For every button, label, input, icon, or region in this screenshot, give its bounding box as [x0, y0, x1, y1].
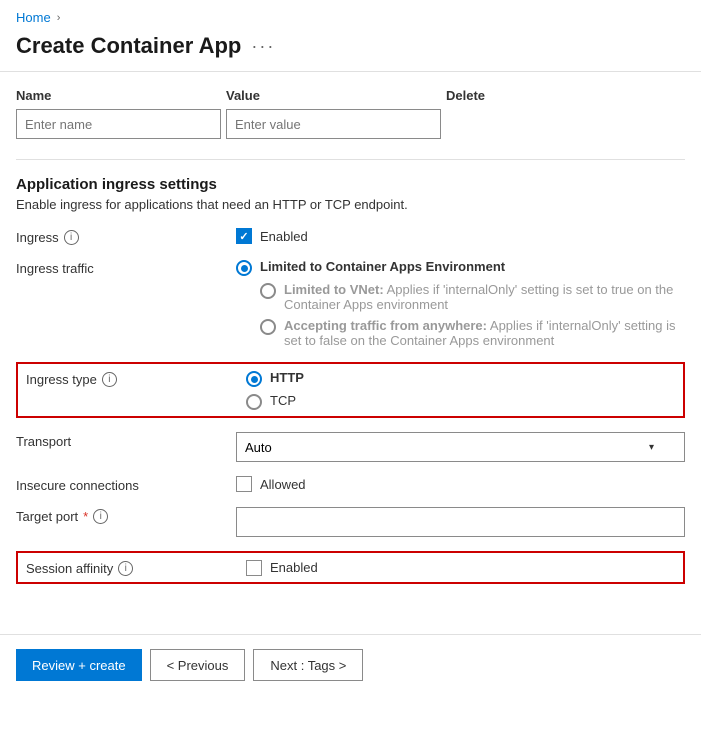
type-option-http: HTTP — [246, 370, 675, 387]
traffic-radio-group: Limited to Container Apps Environment Li… — [236, 259, 685, 348]
type-radio-http[interactable] — [246, 371, 262, 387]
traffic-radio-vnet[interactable] — [260, 283, 276, 299]
footer: Review + create < Previous Next : Tags > — [0, 635, 701, 695]
traffic-option-vnet: Limited to VNet: Applies if 'internalOnl… — [260, 282, 685, 312]
target-port-input[interactable]: 80 — [236, 507, 685, 537]
type-label-http: HTTP — [270, 370, 304, 385]
traffic-radio-anywhere[interactable] — [260, 319, 276, 335]
ingress-type-row: Ingress type i HTTP TCP — [16, 362, 685, 418]
target-port-control: 80 — [236, 507, 685, 537]
target-port-row: Target port * i 80 — [16, 507, 685, 537]
type-option-tcp: TCP — [246, 393, 675, 410]
ingress-enabled-label: Enabled — [260, 229, 308, 244]
value-field-wrapper — [226, 109, 441, 139]
type-label-tcp: TCP — [270, 393, 296, 408]
more-options-icon[interactable]: ··· — [251, 36, 275, 57]
table-headers: Name Value Delete — [16, 88, 685, 103]
traffic-option-limited-env: Limited to Container Apps Environment — [236, 259, 685, 276]
traffic-label-vnet: Limited to VNet: Applies if 'internalOnl… — [284, 282, 685, 312]
insecure-checkbox[interactable] — [236, 476, 252, 492]
ingress-control: Enabled — [236, 228, 685, 244]
env-vars-table: Name Value Delete — [16, 88, 685, 139]
type-radio-tcp[interactable] — [246, 394, 262, 410]
session-wrapper: Enabled — [246, 560, 675, 576]
page-title: Create Container App — [16, 33, 241, 59]
traffic-label-anywhere: Accepting traffic from anywhere: Applies… — [284, 318, 685, 348]
insecure-allowed-label: Allowed — [260, 477, 306, 492]
session-affinity-control: Enabled — [246, 560, 675, 576]
chevron-down-icon: ▾ — [649, 442, 654, 453]
session-enabled-label: Enabled — [270, 560, 318, 575]
ingress-traffic-label: Ingress traffic — [16, 259, 236, 276]
traffic-radio-limited-env[interactable] — [236, 260, 252, 276]
insecure-wrapper: Allowed — [236, 476, 685, 492]
page-title-area: Create Container App ··· — [0, 29, 701, 71]
transport-dropdown[interactable]: Auto ▾ — [236, 432, 685, 462]
col-value-header: Value — [226, 88, 446, 103]
ingress-traffic-control: Limited to Container Apps Environment Li… — [236, 259, 685, 348]
traffic-anywhere-bold: Accepting traffic from anywhere: — [284, 318, 487, 333]
previous-button[interactable]: < Previous — [150, 649, 246, 681]
breadcrumb-chevron: › — [57, 12, 61, 24]
ingress-enabled-wrapper: Enabled — [236, 228, 685, 244]
session-affinity-row: Session affinity i Enabled — [16, 551, 685, 584]
ingress-traffic-row: Ingress traffic Limited to Container App… — [16, 259, 685, 348]
name-field-wrapper — [16, 109, 221, 139]
ingress-row: Ingress i Enabled — [16, 228, 685, 245]
col-name-header: Name — [16, 88, 226, 103]
session-affinity-label: Session affinity i — [26, 559, 246, 576]
section-divider — [16, 159, 685, 160]
next-button[interactable]: Next : Tags > — [253, 649, 363, 681]
transport-value: Auto — [245, 440, 272, 455]
ingress-info-icon[interactable]: i — [64, 230, 79, 245]
col-delete-header: Delete — [446, 88, 526, 103]
required-star: * — [83, 509, 88, 524]
session-affinity-checkbox[interactable] — [246, 560, 262, 576]
traffic-option-anywhere: Accepting traffic from anywhere: Applies… — [260, 318, 685, 348]
breadcrumb-home-link[interactable]: Home — [16, 10, 51, 25]
transport-dropdown-wrapper: Auto ▾ — [236, 432, 685, 462]
session-info-icon[interactable]: i — [118, 561, 133, 576]
ingress-type-control: HTTP TCP — [246, 370, 675, 410]
target-port-label: Target port * i — [16, 507, 236, 524]
insecure-row: Insecure connections Allowed — [16, 476, 685, 493]
insecure-label: Insecure connections — [16, 476, 236, 493]
ingress-section-desc: Enable ingress for applications that nee… — [16, 197, 685, 212]
value-input[interactable] — [226, 109, 441, 139]
transport-row: Transport Auto ▾ — [16, 432, 685, 462]
env-var-row — [16, 109, 685, 139]
ingress-type-info-icon[interactable]: i — [102, 372, 117, 387]
name-input[interactable] — [16, 109, 221, 139]
ingress-section-title: Application ingress settings — [16, 176, 685, 193]
review-create-button[interactable]: Review + create — [16, 649, 142, 681]
ingress-label: Ingress i — [16, 228, 236, 245]
transport-label: Transport — [16, 432, 236, 449]
type-radio-group: HTTP TCP — [246, 370, 675, 410]
transport-control: Auto ▾ — [236, 432, 685, 462]
ingress-enabled-checkbox[interactable] — [236, 228, 252, 244]
ingress-type-label: Ingress type i — [26, 370, 246, 387]
traffic-vnet-bold: Limited to VNet: — [284, 282, 384, 297]
main-content: Name Value Delete Application ingress se… — [0, 72, 701, 614]
traffic-label-limited-env: Limited to Container Apps Environment — [260, 259, 505, 274]
target-port-info-icon[interactable]: i — [93, 509, 108, 524]
breadcrumb: Home › — [0, 0, 701, 29]
insecure-control: Allowed — [236, 476, 685, 492]
